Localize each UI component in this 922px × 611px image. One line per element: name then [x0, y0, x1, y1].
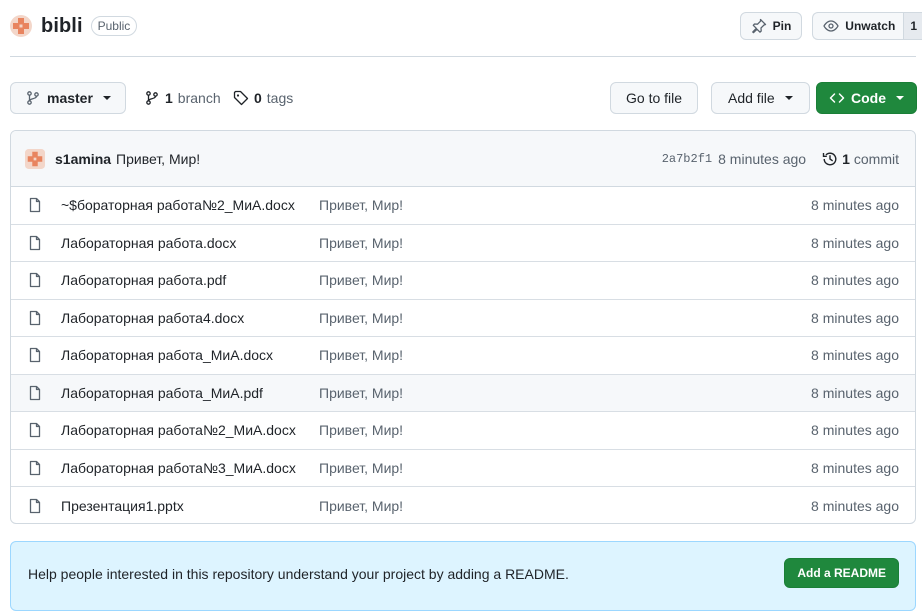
file-icon: [29, 385, 41, 400]
commit-count: 1: [842, 151, 850, 167]
code-icon: [829, 93, 845, 103]
file-row[interactable]: Лабораторная работа.pdf Привет, Мир! 8 min…: [11, 262, 915, 300]
commit-history-link[interactable]: 1 commit: [822, 151, 899, 167]
file-icon: [29, 198, 41, 213]
file-row[interactable]: Презентация1.pptx Привет, Мир! 8 minutes a…: [11, 487, 915, 523]
file-commit-time: 8 minutes ago: [811, 234, 899, 251]
repo-nav-row: master 1 branch 0 tags Go to file Add fi…: [10, 82, 917, 114]
pin-label: Pin: [772, 19, 792, 33]
file-row[interactable]: Лабораторная работа4.docx Привет, Мир! 8 m…: [11, 300, 915, 337]
file-browser: s1amina Привет, Мир! 2a7b2f1 8 minutes a…: [10, 130, 916, 524]
code-button[interactable]: Code: [816, 82, 917, 114]
git-branch-icon: [146, 91, 158, 105]
readme-banner: Help people interested in this repositor…: [10, 541, 916, 611]
file-row[interactable]: ~$бораторная работа№2_МиА.docx Привет, Ми…: [11, 187, 915, 225]
file-commit-time: 8 minutes ago: [811, 422, 899, 439]
file-commit-time: 8 minutes ago: [811, 197, 899, 214]
file-commit-message[interactable]: Привет, Мир!: [319, 347, 403, 363]
visibility-badge: Public: [90, 16, 138, 36]
file-commit-time: 8 minutes ago: [811, 309, 899, 326]
branches-link[interactable]: 1 branch: [144, 82, 221, 114]
file-icon: [29, 235, 41, 250]
commit-author[interactable]: s1amina: [55, 151, 111, 167]
watch-count[interactable]: 1: [903, 12, 922, 40]
branch-name: master: [47, 90, 93, 106]
add-file-label: Add file: [728, 90, 775, 106]
commit-meta: 2a7b2f1 8 minutes ago 1 commit: [662, 131, 899, 187]
go-to-file-button[interactable]: Go to file: [610, 82, 699, 114]
add-readme-button[interactable]: Add a README: [784, 558, 899, 588]
file-name[interactable]: ~$бораторная работа№2_МиА.docx: [61, 197, 319, 213]
unwatch-label: Unwatch: [845, 19, 896, 33]
tag-icon: [233, 90, 249, 106]
readme-prompt-text: Help people interested in this repositor…: [28, 566, 569, 582]
file-row[interactable]: Лабораторная работа_МиА.pdf Привет, Мир! 8…: [11, 374, 915, 412]
unwatch-button[interactable]: Unwatch: [812, 12, 904, 40]
file-icon: [29, 423, 41, 438]
chevron-down-icon: [102, 96, 111, 100]
file-icon: [29, 273, 41, 288]
file-commit-time: 8 minutes ago: [811, 347, 899, 364]
commit-hash[interactable]: 2a7b2f1: [662, 152, 712, 166]
file-name[interactable]: Презентация1.pptx: [61, 498, 319, 514]
file-commit-time: 8 minutes ago: [811, 497, 899, 514]
file-row[interactable]: Лабораторная работа.docx Привет, Мир! 8 mi…: [11, 225, 915, 262]
file-row[interactable]: Лабораторная работа_МиА.docx Привет, Мир!…: [11, 337, 915, 375]
history-icon: [822, 152, 837, 166]
file-commit-time: 8 minutes ago: [811, 384, 899, 401]
commit-message[interactable]: Привет, Мир!: [116, 151, 200, 167]
file-name[interactable]: Лабораторная работа_МиА.docx: [61, 347, 319, 363]
repo-actions: Pin Unwatch 1: [739, 12, 922, 40]
file-commit-message[interactable]: Привет, Мир!: [319, 422, 403, 438]
commit-count-word: commit: [853, 151, 899, 167]
repo-owner-avatar[interactable]: [10, 15, 32, 37]
file-name[interactable]: Лабораторная работа_МиА.pdf: [61, 385, 319, 401]
branch-select-button[interactable]: master: [10, 82, 126, 114]
repo-name[interactable]: bibli: [41, 15, 83, 38]
file-row[interactable]: Лабораторная работа№3_МиА.docx Привет, Ми…: [11, 450, 915, 487]
file-commit-message[interactable]: Привет, Мир!: [319, 460, 403, 476]
tags-link[interactable]: 0 tags: [233, 82, 293, 114]
file-commit-message[interactable]: Привет, Мир!: [319, 197, 403, 213]
file-list: ~$бораторная работа№2_МиА.docx Привет, Ми…: [11, 187, 915, 523]
git-branch-icon: [27, 91, 39, 105]
pin-icon: [751, 18, 766, 34]
branch-count: 1: [165, 90, 173, 106]
latest-commit-row: s1amina Привет, Мир! 2a7b2f1 8 minutes a…: [11, 131, 915, 187]
file-icon: [29, 348, 41, 363]
header-divider: [10, 56, 916, 57]
file-commit-time: 8 minutes ago: [811, 272, 899, 289]
file-commit-time: 8 minutes ago: [811, 459, 899, 476]
file-name[interactable]: Лабораторная работа.docx: [61, 235, 319, 251]
file-icon: [29, 460, 41, 475]
branch-word: branch: [177, 90, 221, 106]
file-name[interactable]: Лабораторная работа.pdf: [61, 272, 319, 288]
tag-word: tags: [266, 90, 294, 106]
file-commit-message[interactable]: Привет, Мир!: [319, 385, 403, 401]
commit-author-avatar[interactable]: [25, 148, 45, 169]
file-commit-message[interactable]: Привет, Мир!: [319, 235, 403, 251]
file-icon: [29, 310, 41, 325]
repo-header: bibli Public Pin Unwatch 1: [10, 12, 922, 40]
file-commit-message[interactable]: Привет, Мир!: [319, 498, 403, 514]
commit-time: 8 minutes ago: [718, 151, 807, 167]
tag-count: 0: [254, 90, 262, 106]
file-row[interactable]: Лабораторная работа№2_МиА.docx Привет, Ми…: [11, 412, 915, 450]
pin-button[interactable]: Pin: [739, 12, 803, 40]
add-file-button[interactable]: Add file: [711, 82, 810, 114]
file-commit-message[interactable]: Привет, Мир!: [319, 310, 403, 326]
chevron-down-icon: [896, 96, 904, 100]
file-name[interactable]: Лабораторная работа№2_МиА.docx: [61, 422, 319, 438]
file-commit-message[interactable]: Привет, Мир!: [319, 272, 403, 288]
file-name[interactable]: Лабораторная работа4.docx: [61, 310, 319, 326]
file-icon: [29, 498, 41, 513]
file-name[interactable]: Лабораторная работа№3_МиА.docx: [61, 460, 319, 476]
chevron-down-icon: [784, 96, 793, 100]
code-label: Code: [851, 90, 886, 106]
eye-icon: [823, 20, 840, 32]
